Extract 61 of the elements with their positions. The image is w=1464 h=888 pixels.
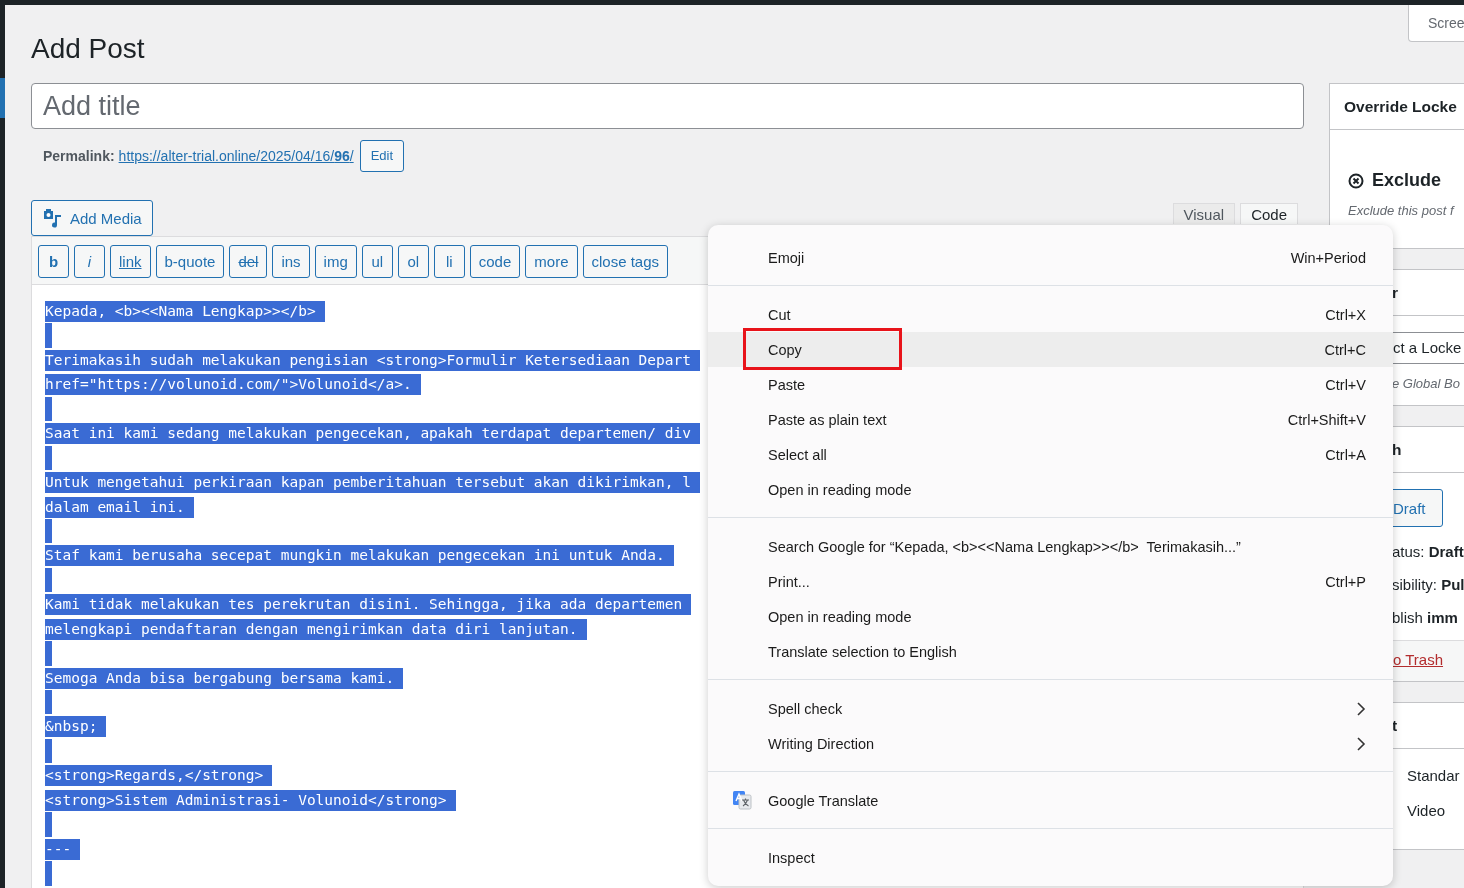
panel-title: r [1392, 283, 1399, 302]
panel-title: Override Locke [1344, 97, 1457, 116]
exclude-label: Exclude [1372, 170, 1442, 191]
selection-mark [45, 396, 52, 422]
page-title: Add Post [31, 32, 146, 66]
menu-item[interactable]: Inspect [708, 840, 1393, 875]
menu-item[interactable]: Emoji Win+Period [708, 240, 1393, 275]
selection-mark [45, 567, 52, 593]
selection-mark [45, 690, 52, 715]
add-media-button[interactable]: Add Media [31, 200, 153, 236]
quicktag-button[interactable]: img [314, 245, 357, 278]
publish-info: atus: Draft [1392, 543, 1464, 560]
quicktag-button[interactable]: ins [272, 245, 310, 278]
close-circle-icon [1348, 172, 1364, 189]
screen-options-button[interactable]: Scree [1408, 5, 1464, 42]
menu-item[interactable]: Print... Ctrl+P [708, 564, 1393, 599]
quicktag-button[interactable]: close tags [582, 245, 669, 278]
menu-item[interactable]: Translate selection to English [708, 634, 1393, 669]
panel-title: t [1392, 716, 1398, 735]
quicktag-button[interactable]: b-quote [155, 245, 225, 278]
exclude-hint: Exclude this post f [1348, 203, 1456, 218]
selection-mark [45, 738, 52, 764]
menu-item[interactable]: Paste Ctrl+V [708, 367, 1393, 402]
title-field[interactable]: Add title [31, 83, 1304, 129]
permalink-link[interactable]: https://alter-trial.online/2025/04/16/96/ [118, 147, 354, 164]
edit-button[interactable]: Edit [359, 139, 405, 172]
quicktag-button[interactable]: more [525, 245, 578, 278]
panel-title: h [1392, 440, 1402, 459]
editor-tab[interactable]: Visual [1172, 203, 1236, 224]
quicktag-button[interactable]: i [74, 245, 105, 278]
translate-icon [732, 790, 752, 810]
quicktag-button[interactable]: b [38, 245, 69, 278]
quicktag-button[interactable]: code [469, 245, 521, 278]
menu-item[interactable]: Cut Ctrl+X [708, 297, 1393, 332]
selection-mark [45, 812, 52, 837]
publish-info: sibility: Pul [1392, 576, 1464, 593]
trash-link[interactable]: o Trash [1393, 651, 1444, 668]
selection-mark [45, 641, 52, 666]
format-option[interactable]: Video [1392, 800, 1464, 835]
selection-mark [45, 323, 52, 348]
menu-item[interactable]: Paste as plain text Ctrl+Shift+V [708, 402, 1393, 437]
selection-mark [45, 518, 52, 544]
quicktag-button[interactable]: li [433, 245, 465, 278]
selection-mark [45, 445, 52, 471]
menu-item[interactable]: Writing Direction [708, 726, 1393, 761]
quicktag-button[interactable]: ul [361, 245, 393, 278]
menu-item[interactable]: Select all Ctrl+A [708, 437, 1393, 472]
permalink-label: Permalink: [43, 147, 115, 164]
selection-mark [45, 861, 52, 886]
menu-item[interactable]: Spell check [708, 691, 1393, 726]
menu-item[interactable]: Google Translate [708, 783, 1393, 818]
editor-tab[interactable]: Code [1240, 203, 1298, 224]
quicktag-button[interactable]: ol [397, 245, 429, 278]
menu-item[interactable]: Open in reading mode [708, 599, 1393, 634]
publish-info: blish imm [1392, 609, 1459, 626]
media-icon [42, 208, 62, 228]
quicktag-button[interactable]: link [110, 245, 151, 278]
quicktag-button[interactable]: del [229, 245, 268, 278]
menu-item[interactable]: Search Google for “Kepada, <b><<Nama Lengkap>></b> Terimakasih...” [708, 529, 1393, 564]
format-option[interactable]: Standar [1392, 765, 1464, 800]
field-hint: e Global Bo [1392, 376, 1461, 391]
